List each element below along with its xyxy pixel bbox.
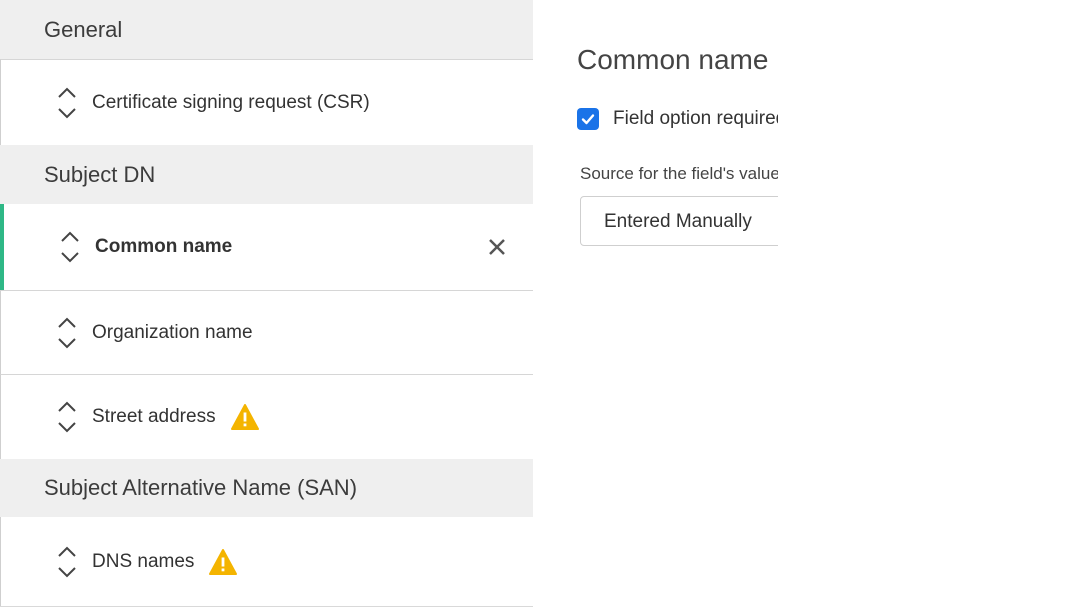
field-item-label: Certificate signing request (CSR) bbox=[92, 91, 370, 113]
field-item-label: Organization name bbox=[92, 321, 253, 343]
field-list-sidebar: General Certificate signing request (CSR… bbox=[0, 0, 534, 607]
field-item-label: Street address bbox=[92, 406, 216, 427]
group-label: General bbox=[44, 16, 123, 42]
field-item-label: Common name bbox=[95, 236, 233, 257]
group-label: Subject DN bbox=[44, 161, 156, 187]
warning-icon bbox=[230, 404, 259, 430]
group-header-san: Subject Alternative Name (SAN) bbox=[0, 459, 533, 517]
field-item-label: DNS names bbox=[92, 551, 195, 572]
required-option-row[interactable]: Field option required bbox=[577, 108, 778, 130]
field-detail-panel: Common name Field option required Source… bbox=[533, 0, 778, 608]
group-label: Subject Alternative Name (SAN) bbox=[44, 475, 358, 500]
field-item-street-address[interactable]: Street address bbox=[0, 374, 533, 459]
detail-title: Common name bbox=[577, 44, 769, 75]
sort-updown-icon[interactable] bbox=[57, 544, 77, 580]
required-checkbox[interactable] bbox=[577, 108, 599, 130]
check-icon bbox=[581, 114, 595, 125]
field-item-common-name[interactable]: Common name bbox=[0, 204, 533, 290]
sort-updown-icon[interactable] bbox=[57, 315, 77, 351]
sort-updown-icon[interactable] bbox=[60, 229, 80, 265]
source-select[interactable]: Entered Manually bbox=[580, 196, 778, 246]
close-icon[interactable] bbox=[487, 237, 507, 257]
field-item-organization-name[interactable]: Organization name bbox=[0, 290, 533, 374]
source-select-value: Entered Manually bbox=[604, 211, 752, 232]
required-checkbox-label: Field option required bbox=[613, 108, 778, 129]
sort-updown-icon[interactable] bbox=[57, 85, 77, 121]
field-item-dns-names[interactable]: DNS names bbox=[0, 517, 533, 606]
sort-updown-icon[interactable] bbox=[57, 399, 77, 435]
group-header-general: General bbox=[0, 0, 533, 59]
field-item-label-wrap: DNS names bbox=[92, 548, 238, 576]
group-header-subject-dn: Subject DN bbox=[0, 145, 533, 204]
field-item-csr[interactable]: Certificate signing request (CSR) bbox=[0, 59, 533, 145]
source-field-label: Source for the field's value bbox=[580, 164, 778, 183]
warning-icon bbox=[209, 549, 238, 575]
field-item-label-wrap: Street address bbox=[92, 403, 260, 431]
